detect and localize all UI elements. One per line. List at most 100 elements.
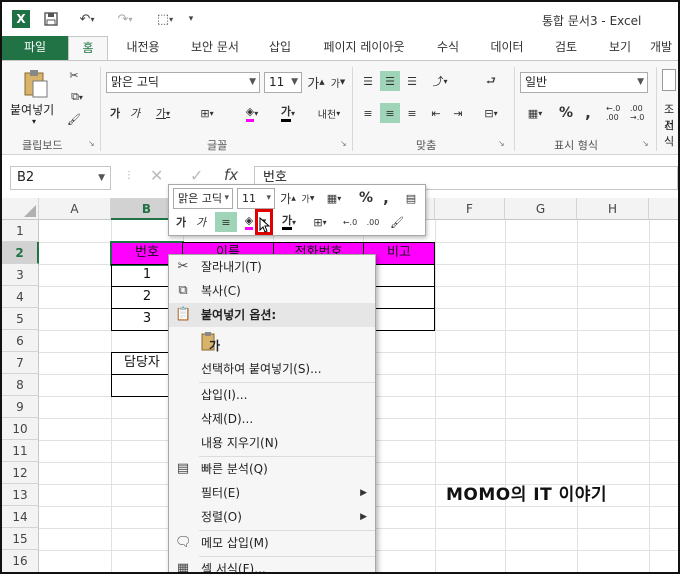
- row-header-1[interactable]: 1: [2, 220, 39, 242]
- decrease-decimal-button[interactable]: .00 →.0: [630, 103, 652, 123]
- select-all-corner[interactable]: [2, 198, 39, 220]
- font-launcher-icon[interactable]: ↘: [340, 139, 347, 148]
- font-size-combo[interactable]: 11 ▼: [264, 72, 302, 93]
- column-header-h[interactable]: H: [577, 198, 649, 220]
- align-launcher-icon[interactable]: ↘: [498, 139, 505, 148]
- redo-icon[interactable]: ↷ ▾: [110, 10, 140, 28]
- increase-indent-icon[interactable]: ⇥: [448, 103, 468, 123]
- clipboard-launcher-icon[interactable]: ↘: [88, 139, 95, 148]
- mini-comma-button[interactable]: ,: [379, 188, 393, 208]
- menu-item-format-cells[interactable]: ▦ 셀 서식(F)...: [169, 557, 375, 572]
- row-header-13[interactable]: 13: [2, 484, 39, 506]
- borders-button[interactable]: ⊞ ▾: [192, 103, 222, 123]
- mini-decrease-decimal-button[interactable]: .00: [363, 212, 383, 232]
- align-bottom-icon[interactable]: ☰: [402, 71, 422, 91]
- tab-page-layout[interactable]: 페이지 레이아웃: [314, 36, 414, 60]
- row-header-2[interactable]: 2: [2, 242, 39, 264]
- tab-security[interactable]: 보안 문서: [180, 36, 250, 60]
- row-header-12[interactable]: 12: [2, 462, 39, 484]
- row-header-4[interactable]: 4: [2, 286, 39, 308]
- number-launcher-icon[interactable]: ↘: [642, 139, 649, 148]
- italic-button[interactable]: 가: [126, 103, 144, 123]
- tab-data[interactable]: 데이터: [482, 36, 532, 60]
- mini-italic-button[interactable]: 가: [193, 212, 209, 232]
- mini-bold-button[interactable]: 가: [173, 212, 189, 232]
- column-header-a[interactable]: A: [39, 198, 111, 220]
- mini-format-painter-icon[interactable]: 🖌: [387, 212, 407, 232]
- accounting-format-icon[interactable]: ▦ ▾: [520, 103, 550, 123]
- paste-dropdown-icon[interactable]: ▾: [32, 117, 36, 126]
- tab-file[interactable]: 파일: [2, 36, 68, 60]
- mini-font-name-combo[interactable]: 맑은 고딕 ▾: [173, 188, 233, 209]
- decrease-indent-icon[interactable]: ⇤: [426, 103, 446, 123]
- row-header-9[interactable]: 9: [2, 396, 39, 418]
- comma-button[interactable]: ,: [580, 103, 596, 123]
- align-middle-icon[interactable]: ☰: [380, 71, 400, 91]
- decrease-font-button[interactable]: 가 ▼: [328, 72, 348, 92]
- mini-increase-font-icon[interactable]: 가 ▲: [279, 188, 297, 208]
- conditional-format-icon[interactable]: [662, 69, 676, 91]
- confirm-entry-icon[interactable]: ✓: [190, 166, 203, 185]
- row-header-3[interactable]: 3: [2, 264, 39, 286]
- number-format-combo[interactable]: 일반 ▼: [520, 72, 648, 93]
- tab-view[interactable]: 보기: [600, 36, 640, 60]
- row-header-5[interactable]: 5: [2, 308, 39, 330]
- menu-item-cut[interactable]: ✂ 잘라내기(T): [169, 255, 375, 279]
- row-header-6[interactable]: 6: [2, 330, 39, 352]
- paste-option-icon[interactable]: 가: [201, 331, 223, 355]
- tab-review[interactable]: 검토: [546, 36, 586, 60]
- menu-item-filter[interactable]: 필터(E) ▶: [169, 481, 375, 505]
- menu-item-insert-comment[interactable]: 🗨 메모 삽입(M): [169, 531, 375, 555]
- format-painter-icon[interactable]: 🖌: [64, 109, 84, 129]
- column-header-i[interactable]: [649, 198, 678, 220]
- row-header-8[interactable]: 8: [2, 374, 39, 396]
- tab-formulas[interactable]: 수식: [428, 36, 468, 60]
- menu-item-delete[interactable]: 삭제(D)...: [169, 407, 375, 431]
- wrap-text-icon[interactable]: ⮐: [480, 71, 502, 91]
- copy-icon[interactable]: ⧉ ▾: [64, 87, 90, 107]
- paste-label[interactable]: 붙여넣기: [10, 101, 54, 118]
- row-header-15[interactable]: 15: [2, 528, 39, 550]
- format-label[interactable]: 서식: [664, 117, 678, 149]
- cut-icon[interactable]: ✂: [64, 65, 84, 85]
- tab-home[interactable]: 홈: [68, 36, 108, 60]
- align-top-icon[interactable]: ☰: [358, 71, 378, 91]
- menu-item-insert[interactable]: 삽입(I)...: [169, 383, 375, 407]
- column-header-g[interactable]: G: [505, 198, 577, 220]
- tab-developer[interactable]: 개발: [650, 36, 678, 60]
- mini-format-table-icon[interactable]: ▤: [401, 188, 421, 208]
- select-shape-icon[interactable]: ⬚ ▾: [150, 10, 180, 28]
- mini-font-color-button[interactable]: 가 ▾: [277, 212, 301, 232]
- column-header-f[interactable]: F: [435, 198, 505, 220]
- tab-my[interactable]: 내전용: [114, 36, 172, 60]
- underline-button[interactable]: 가 ▾: [148, 103, 178, 123]
- menu-item-paste-special[interactable]: 선택하여 붙여넣기(S)...: [169, 357, 375, 381]
- orientation-icon[interactable]: ⤴ ▾: [426, 71, 454, 91]
- mini-increase-decimal-button[interactable]: ←.0: [339, 212, 361, 232]
- menu-item-quick-analysis[interactable]: ▤ 빠른 분석(Q): [169, 457, 375, 481]
- menu-item-clear-contents[interactable]: 내용 지우기(N): [169, 431, 375, 455]
- percent-button[interactable]: %: [556, 103, 576, 123]
- mini-borders-icon[interactable]: ⊞ ▾: [307, 212, 333, 232]
- menu-item-sort[interactable]: 정렬(O) ▶: [169, 505, 375, 529]
- increase-decimal-button[interactable]: ←.0 .00: [606, 103, 628, 123]
- row-header-11[interactable]: 11: [2, 440, 39, 462]
- mini-font-size-combo[interactable]: 11 ▾: [237, 188, 275, 209]
- align-center-icon[interactable]: ≡: [380, 103, 400, 123]
- align-left-icon[interactable]: ≡: [358, 103, 378, 123]
- row-header-7[interactable]: 7: [2, 352, 39, 374]
- paste-icon[interactable]: [22, 69, 50, 99]
- tab-insert[interactable]: 삽입: [260, 36, 300, 60]
- customize-qat-icon[interactable]: ▾: [184, 10, 198, 28]
- fill-color-button[interactable]: ◈ ▾: [236, 103, 268, 123]
- mini-percent-button[interactable]: %: [357, 188, 375, 208]
- increase-font-button[interactable]: 가 ▲: [306, 72, 326, 92]
- mini-accounting-icon[interactable]: ▦ ▾: [321, 188, 347, 208]
- menu-item-copy[interactable]: ⧉ 복사(C): [169, 279, 375, 303]
- bold-button[interactable]: 가: [106, 103, 124, 123]
- align-right-icon[interactable]: ≡: [402, 103, 422, 123]
- font-name-combo[interactable]: 맑은 고딕 ▼: [106, 72, 260, 93]
- cancel-entry-icon[interactable]: ✕: [150, 166, 163, 185]
- undo-icon[interactable]: ↶ ▾: [72, 10, 102, 28]
- merge-center-icon[interactable]: ⊟ ▾: [476, 103, 506, 123]
